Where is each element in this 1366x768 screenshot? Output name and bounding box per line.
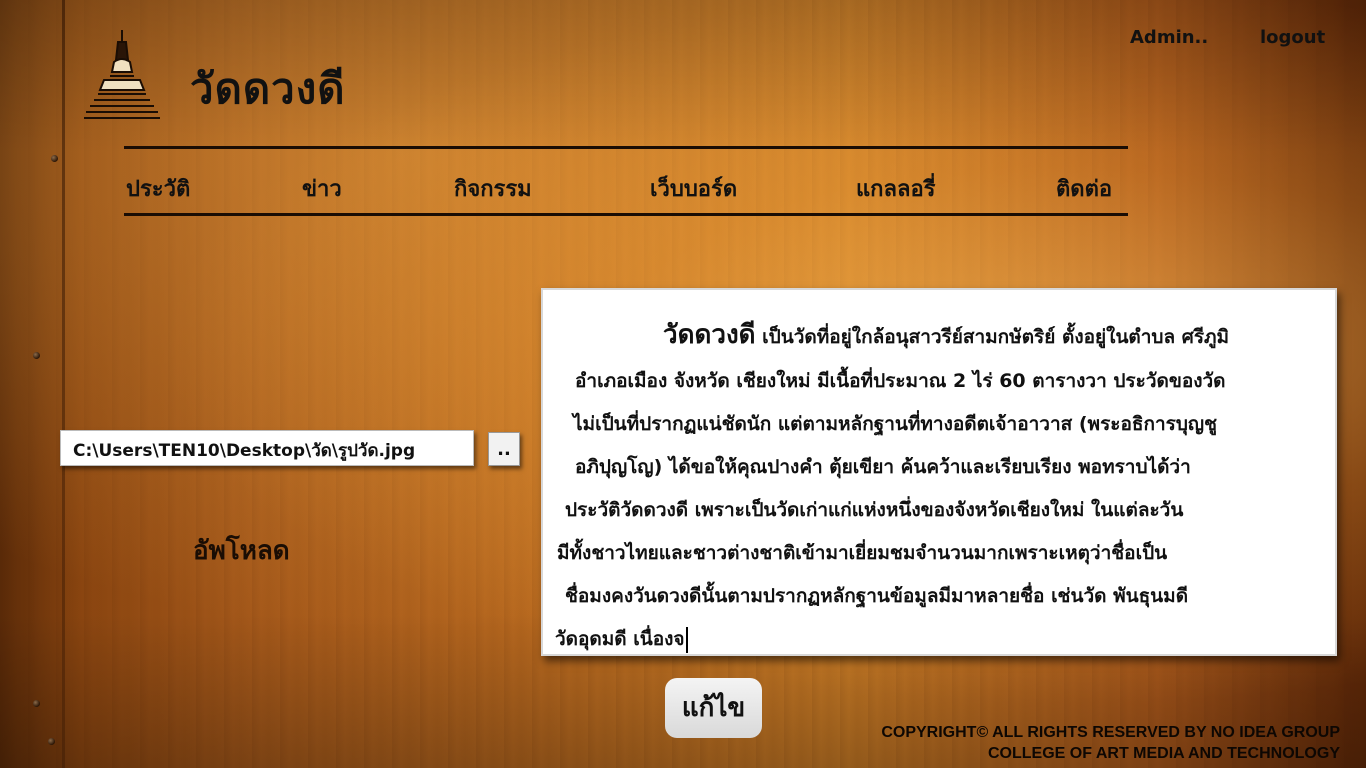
history-line: อภิปุญโญ) ได้ขอให้คุณปางคำ ตุ้ยเขียา ค้น… [575,456,1191,478]
college-line: COLLEGE OF ART MEDIA AND TECHNOLOGY [988,745,1340,762]
rivet [33,352,40,359]
history-line: อำเภอเมือง จังหวัด เชียงใหม่ มีเนื้อที่ป… [575,370,1226,392]
nav-item-history[interactable]: ประวัติ [126,171,190,206]
rivet [51,155,58,162]
nav-item-webboard[interactable]: เว็บบอร์ด [650,171,737,206]
footer-copyright: COPYRIGHT© ALL RIGHTS RESERVED BY NO IDE… [881,722,1340,764]
panel-seam [62,0,65,768]
copyright-line: COPYRIGHT© ALL RIGHTS RESERVED BY NO IDE… [881,724,1340,741]
site-title: วัดดวงดี [190,64,346,113]
logout-link[interactable]: logout [1260,27,1325,48]
upload-button[interactable]: อัพโหลด [193,530,290,571]
browse-button[interactable]: .. [488,432,520,466]
rivet [33,700,40,707]
main-nav: ประวัติ ข่าว กิจกรรม เว็บบอร์ด แกลลอรี่ … [124,146,1128,216]
nav-item-news[interactable]: ข่าว [302,171,342,206]
edit-button[interactable]: แก้ไข [665,678,762,738]
text-caret [685,626,688,653]
history-line-text: วัดอุดมดี เนื่องจ [555,628,685,650]
history-line: ประวัติวัดดวงดี เพราะเป็นวัดเก่าแก่แห่งห… [565,499,1184,521]
history-line: มีทั้งชาวไทยและชาวต่างชาติเข้ามาเยี่ยมชม… [557,542,1168,564]
history-line: วัดดวงดี เป็นวัดที่อยู่ใกล้อนุสาวรีย์สาม… [663,314,1229,355]
file-path-input[interactable]: C:\Users\TEN10\Desktop\วัด\รูปวัด.jpg [60,430,474,466]
history-line: ไม่เป็นที่ปรากฏแน่ชัดนัก แต่ตามหลักฐานที… [573,413,1218,435]
history-line: วัดอุดมดี เนื่องจ [555,624,688,654]
nav-item-gallery[interactable]: แกลลอรี่ [856,171,936,206]
history-textarea[interactable]: วัดดวงดี เป็นวัดที่อยู่ใกล้อนุสาวรีย์สาม… [541,288,1337,656]
admin-link[interactable]: Admin.. [1130,27,1208,48]
nav-item-contact[interactable]: ติดต่อ [1056,171,1112,206]
history-lead: วัดดวงดี [663,320,756,350]
pagoda-icon[interactable] [82,28,162,124]
rivet [48,738,55,745]
history-line-text: เป็นวัดที่อยู่ใกล้อนุสาวรีย์สามกษัตริย์ … [755,326,1230,348]
history-line: ชื่อมงคงวันดวงดีนั้นตามปรากฏหลักฐานข้อมู… [565,585,1189,607]
nav-item-activity[interactable]: กิจกรรม [454,171,532,206]
